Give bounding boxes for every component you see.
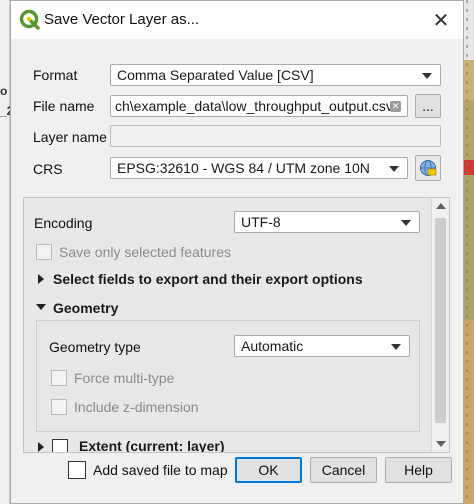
- geometry-type-select[interactable]: Automatic: [234, 335, 410, 357]
- save-vector-layer-dialog: Save Vector Layer as... ✕ Format Comma S…: [10, 0, 464, 504]
- background-map-canvas: [464, 0, 474, 504]
- encoding-select[interactable]: UTF-8: [234, 211, 420, 233]
- extent-section-toggle[interactable]: Extent (current: layer): [79, 438, 224, 452]
- options-scrollbar[interactable]: [431, 198, 449, 452]
- save-selected-label: Save only selected features: [59, 244, 231, 260]
- format-select[interactable]: Comma Separated Value [CSV]: [110, 64, 441, 86]
- encoding-value: UTF-8: [241, 214, 281, 230]
- save-selected-checkbox[interactable]: [36, 244, 52, 260]
- force-multi-checkbox[interactable]: [51, 370, 67, 386]
- chevron-right-icon[interactable]: [38, 274, 44, 284]
- window-title: Save Vector Layer as...: [44, 11, 200, 28]
- chevron-down-icon: [391, 344, 401, 350]
- extent-checkbox[interactable]: [52, 439, 68, 452]
- geometry-type-value: Automatic: [241, 338, 304, 354]
- include-z-label: Include z-dimension: [74, 399, 199, 415]
- geometry-type-label: Geometry type: [49, 339, 141, 355]
- ok-button-label: OK: [258, 462, 279, 478]
- encoding-label: Encoding: [34, 215, 93, 231]
- cancel-button-label: Cancel: [321, 462, 366, 478]
- geometry-section-toggle[interactable]: Geometry: [53, 300, 118, 316]
- ok-button[interactable]: OK: [235, 457, 302, 483]
- scroll-thumb[interactable]: [435, 218, 446, 423]
- chevron-down-icon: [389, 166, 399, 172]
- help-button-label: Help: [404, 462, 433, 478]
- close-icon: ✕: [432, 9, 450, 32]
- background-text-fragment: o: [0, 84, 8, 98]
- title-bar: Save Vector Layer as... ✕: [11, 1, 463, 39]
- browse-button-label: ...: [422, 98, 434, 114]
- globe-icon: [420, 160, 437, 176]
- select-fields-section-toggle[interactable]: Select fields to export and their export…: [53, 271, 363, 287]
- add-saved-file-label: Add saved file to map: [93, 462, 228, 478]
- chevron-right-icon[interactable]: [38, 442, 44, 452]
- filename-value: ch\example_data\low_throughput_output.cs…: [115, 98, 393, 114]
- browse-button[interactable]: ...: [415, 94, 441, 118]
- select-crs-button[interactable]: [415, 155, 441, 181]
- close-button[interactable]: ✕: [427, 7, 455, 33]
- scroll-up-icon[interactable]: [436, 203, 446, 209]
- qgis-logo-icon: [19, 9, 40, 30]
- scroll-down-icon[interactable]: [436, 441, 446, 447]
- help-button[interactable]: Help: [385, 457, 452, 483]
- clear-text-icon[interactable]: ✕: [390, 101, 401, 112]
- options-panel: Encoding UTF-8 Save only selected featur…: [23, 197, 450, 453]
- layername-label: Layer name: [33, 129, 107, 145]
- background-app-left: o _2: [0, 0, 13, 504]
- add-saved-file-checkbox[interactable]: [68, 461, 86, 479]
- geometry-group: Geometry type Automatic Force multi-type…: [36, 320, 420, 432]
- filename-input[interactable]: ch\example_data\low_throughput_output.cs…: [110, 95, 408, 117]
- options-content: Encoding UTF-8 Save only selected featur…: [24, 198, 420, 452]
- crs-label: CRS: [33, 161, 63, 177]
- filename-label: File name: [33, 98, 95, 114]
- force-multi-label: Force multi-type: [74, 370, 175, 386]
- chevron-down-icon: [422, 73, 432, 79]
- format-value: Comma Separated Value [CSV]: [117, 67, 314, 83]
- chevron-down-icon: [401, 220, 411, 226]
- chevron-down-icon[interactable]: [36, 304, 46, 310]
- layername-input[interactable]: [110, 125, 441, 147]
- include-z-checkbox[interactable]: [51, 399, 67, 415]
- crs-select[interactable]: EPSG:32610 - WGS 84 / UTM zone 10N: [110, 157, 408, 179]
- cancel-button[interactable]: Cancel: [310, 457, 377, 483]
- format-label: Format: [33, 67, 78, 83]
- crs-value: EPSG:32610 - WGS 84 / UTM zone 10N: [117, 160, 370, 176]
